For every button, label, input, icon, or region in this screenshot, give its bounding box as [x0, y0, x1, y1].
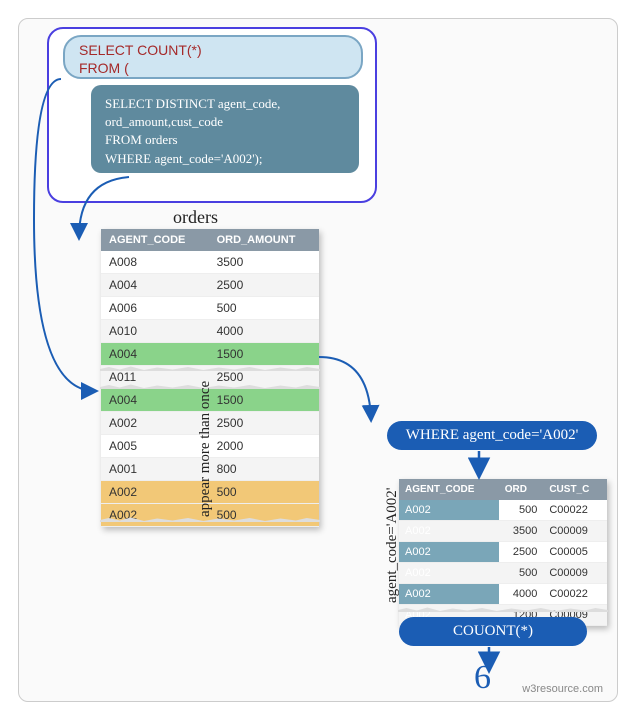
- attribution: w3resource.com: [522, 683, 603, 695]
- col-cust: CUST_C: [543, 479, 607, 500]
- orders-table-title: orders: [173, 207, 218, 228]
- result-table: AGENT_CODE ORD CUST_C A002500C00022 A002…: [399, 479, 607, 626]
- table-row: A006500: [101, 297, 319, 320]
- table-row: A002500C00009: [399, 563, 607, 584]
- table-header: AGENT_CODE ORD_AMOUNT: [101, 229, 319, 251]
- table-row-highlight: A0041500: [101, 343, 319, 366]
- sql-line: SELECT DISTINCT agent_code,: [105, 95, 345, 113]
- col-ord-amount: ORD_AMOUNT: [209, 229, 319, 251]
- table-row: A0024000C00022: [399, 584, 607, 605]
- col-ord: ORD: [499, 479, 544, 500]
- table-row: A0104000: [101, 320, 319, 343]
- annotation-appear-more: appear more than once: [197, 381, 214, 517]
- table-row: A0023500C00009: [399, 521, 607, 542]
- diagram-canvas: SELECT COUNT(*) FROM ( SELECT DISTINCT a…: [18, 18, 618, 702]
- col-agent-code: AGENT_CODE: [101, 229, 209, 251]
- sql-line: SELECT COUNT(*): [79, 41, 347, 59]
- table-row: A0083500: [101, 251, 319, 274]
- sql-line: FROM orders: [105, 131, 345, 149]
- sql-line: WHERE agent_code='A002');: [105, 150, 345, 168]
- table-header: AGENT_CODE ORD CUST_C: [399, 479, 607, 500]
- col-agent-code: AGENT_CODE: [399, 479, 499, 500]
- sql-inner-query: SELECT DISTINCT agent_code, ord_amount,c…: [91, 85, 359, 173]
- sql-outer-query: SELECT COUNT(*) FROM (: [63, 35, 363, 79]
- result-value: 6: [474, 659, 491, 697]
- count-pill: COUONT(*): [399, 617, 587, 646]
- sql-line: FROM (: [79, 59, 347, 77]
- table-row: A0022500C00005: [399, 542, 607, 563]
- table-row: A002500C00022: [399, 500, 607, 521]
- sql-line: ord_amount,cust_code: [105, 113, 345, 131]
- where-pill: WHERE agent_code='A002': [387, 421, 597, 450]
- table-row: A0042500: [101, 274, 319, 297]
